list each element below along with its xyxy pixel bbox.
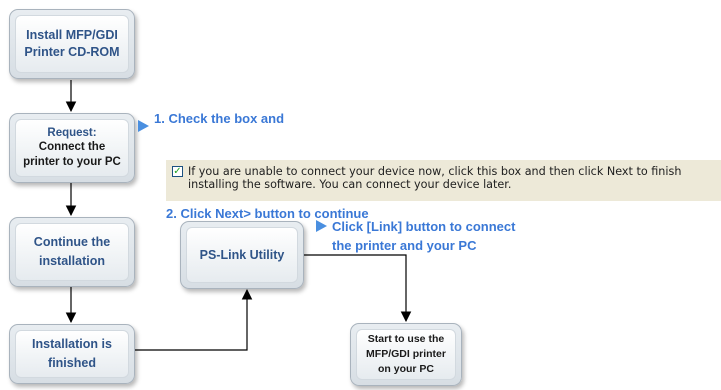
arrow-pslink-to-start <box>304 254 412 323</box>
ps-link-utility-box: PS-Link Utility <box>180 221 304 289</box>
request-title: Request: <box>47 127 97 139</box>
arrow-finished-to-pslink <box>134 288 253 351</box>
start-to-use-box: Start to use the MFP/GDI printer on your… <box>350 323 462 386</box>
start-to-use-label: Start to use the MFP/GDI printer on your… <box>366 333 446 375</box>
step1-note: 1. Check the box and <box>154 111 285 126</box>
install-cdrom-box: Install MFP/GDI Printer CD-ROM <box>9 9 135 79</box>
dialog-checkbox-row: ✓ If you are unable to connect your devi… <box>166 160 721 201</box>
install-cdrom-label: Install MFP/GDI Printer CD-ROM <box>24 28 120 59</box>
step1-pointer-icon <box>138 120 149 132</box>
request-body: Connect the printer to your PC <box>23 141 121 168</box>
installation-finished-box: Installation is finished <box>9 324 135 384</box>
link-note: Click [Link] button to connect the print… <box>332 219 516 253</box>
connect-later-text: If you are unable to connect your device… <box>188 165 682 191</box>
connect-later-checkbox[interactable]: ✓ <box>172 166 183 177</box>
ps-link-utility-label: PS-Link Utility <box>199 248 285 262</box>
continue-installation-label: Continue the installation <box>33 235 111 268</box>
link-pointer-icon <box>316 220 327 232</box>
request-connect-box: Request: Connect the printer to your PC <box>9 113 135 183</box>
installation-finished-label: Installation is finished <box>32 337 112 370</box>
continue-installation-box: Continue the installation <box>9 217 135 287</box>
